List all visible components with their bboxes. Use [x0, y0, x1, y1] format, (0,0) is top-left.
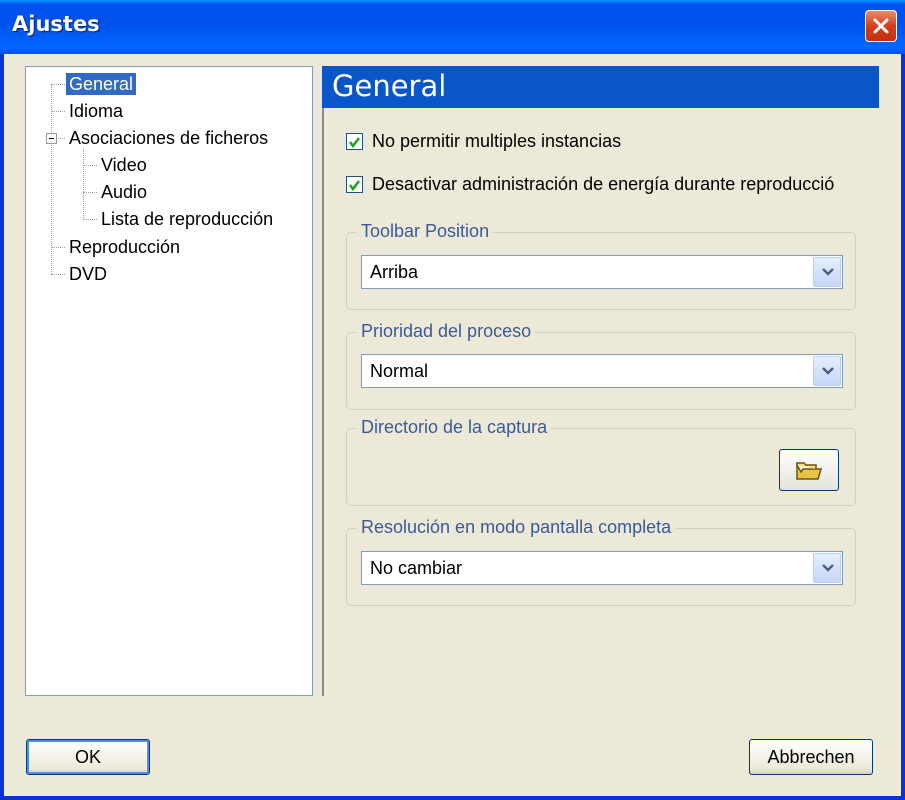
tree-item-general[interactable]: General — [66, 73, 137, 95]
capture-directory-label: Directorio de la captura — [357, 417, 552, 438]
tree-item-idioma[interactable]: Idioma — [66, 100, 126, 122]
power-management-checkbox[interactable] — [346, 176, 363, 193]
single-instance-label: No permitir multiples instancias — [372, 131, 622, 151]
toolbar-position-select[interactable]: Arriba — [361, 255, 843, 289]
process-priority-group: Prioridad del proceso Normal — [346, 321, 856, 410]
fullscreen-resolution-group: Resolución en modo pantalla completa No … — [346, 517, 856, 606]
browse-folder-button[interactable] — [779, 449, 839, 491]
toolbar-position-group: Toolbar Position Arriba — [346, 221, 856, 310]
panel-title: General — [332, 69, 447, 103]
toolbar-position-dropdown-button[interactable] — [813, 257, 841, 287]
tree-item-asociaciones[interactable]: Asociaciones de ficheros — [66, 127, 271, 149]
checkmark-icon — [349, 180, 360, 192]
tree-item-lista-reproduccion[interactable]: Lista de reproducción — [98, 208, 276, 230]
cancel-button[interactable]: Abbrechen — [749, 739, 873, 775]
checkmark-icon — [349, 137, 360, 149]
window-title: Ajustes — [12, 12, 100, 36]
single-instance-checkbox[interactable] — [346, 133, 363, 150]
tree-item-reproduccion[interactable]: Reproducción — [66, 236, 183, 258]
panel-header: General — [322, 66, 879, 108]
toolbar-position-value: Arriba — [370, 262, 419, 282]
settings-panel: General No permitir multiples instancias — [322, 66, 879, 696]
process-priority-value: Normal — [370, 361, 429, 381]
ok-button[interactable]: OK — [26, 739, 150, 775]
collapse-toggle-icon[interactable] — [46, 133, 57, 144]
title-bar[interactable]: Ajustes — [0, 0, 905, 54]
close-icon — [873, 18, 889, 34]
folder-icon — [796, 462, 823, 480]
chevron-down-icon — [822, 564, 834, 572]
settings-window: Ajustes General Idioma Asociaciones de f… — [0, 0, 905, 800]
panel-body: No permitir multiples instancias Desacti… — [322, 108, 879, 696]
power-management-checkbox-row[interactable]: Desactivar administración de energía dur… — [346, 174, 854, 198]
tree-item-dvd[interactable]: DVD — [66, 263, 110, 285]
process-priority-dropdown-button[interactable] — [813, 356, 841, 386]
process-priority-label: Prioridad del proceso — [357, 321, 536, 342]
dialog-content: General Idioma Asociaciones de ficheros … — [4, 54, 901, 796]
settings-tree: General Idioma Asociaciones de ficheros … — [25, 66, 313, 696]
fullscreen-resolution-dropdown-button[interactable] — [813, 553, 841, 583]
capture-directory-group: Directorio de la captura — [346, 417, 856, 506]
fullscreen-resolution-value: No cambiar — [370, 558, 463, 578]
close-button[interactable] — [865, 10, 897, 42]
toolbar-position-label: Toolbar Position — [357, 221, 494, 242]
chevron-down-icon — [822, 268, 834, 276]
fullscreen-resolution-select[interactable]: No cambiar — [361, 551, 843, 585]
tree-item-video[interactable]: Video — [98, 154, 150, 176]
fullscreen-resolution-label: Resolución en modo pantalla completa — [357, 517, 676, 538]
process-priority-select[interactable]: Normal — [361, 354, 843, 388]
power-management-label: Desactivar administración de energía dur… — [372, 174, 835, 194]
chevron-down-icon — [822, 367, 834, 375]
tree-item-audio[interactable]: Audio — [98, 181, 150, 203]
